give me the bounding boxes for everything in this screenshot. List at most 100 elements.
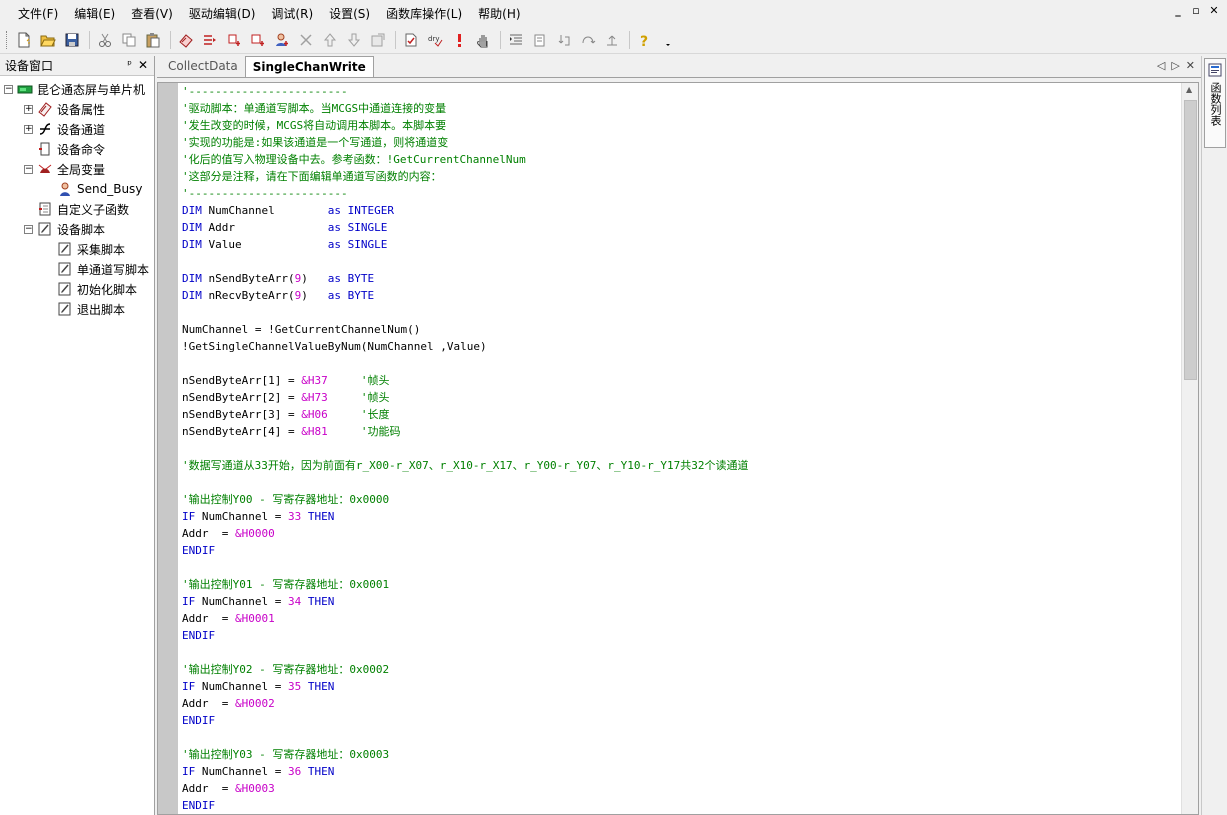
menu-item-7[interactable]: 帮助(H) xyxy=(470,3,528,25)
tree-node[interactable]: + 设备通道 xyxy=(24,119,105,139)
menu-item-0[interactable]: 文件(F) xyxy=(10,3,66,25)
minimize-button[interactable]: _ xyxy=(1171,4,1185,17)
tree-node-label: 设备脚本 xyxy=(57,222,106,237)
function-list-tab[interactable]: 函数列表 xyxy=(1204,58,1226,148)
panel-close-button[interactable]: ✕ xyxy=(138,58,148,72)
close-button[interactable]: ✕ xyxy=(1207,4,1221,17)
properties-button[interactable] xyxy=(367,29,389,51)
code-token: !GetSingleChannelValueByNum(NumChannel ,… xyxy=(182,340,487,353)
add-user-button[interactable] xyxy=(271,29,293,51)
delete-button[interactable] xyxy=(295,29,317,51)
move-up-button[interactable] xyxy=(319,29,341,51)
paste-button[interactable] xyxy=(142,29,164,51)
compile-button[interactable] xyxy=(400,29,422,51)
new-file-button[interactable] xyxy=(13,29,35,51)
tab-collectdata[interactable]: CollectData xyxy=(161,56,245,77)
tree-node[interactable]: 单通道写脚本 xyxy=(44,259,149,279)
move-down-icon xyxy=(347,33,361,47)
vertical-scrollbar[interactable]: ▲ xyxy=(1181,83,1198,814)
save-button[interactable] xyxy=(61,29,83,51)
help-icon: ? xyxy=(640,34,648,48)
add-device-button[interactable] xyxy=(175,29,197,51)
collapse-icon[interactable]: − xyxy=(4,84,13,94)
tree-node[interactable]: − 昆仑通态屏与单片机 xyxy=(4,79,145,99)
menu-item-3[interactable]: 驱动编辑(D) xyxy=(181,3,264,25)
menu-item-1[interactable]: 编辑(E) xyxy=(66,3,123,25)
code-line: '输出控制Y01 - 写寄存器地址：0x0001 xyxy=(182,576,389,593)
device-tree: − 昆仑通态屏与单片机 + 设备属性 + 设备通道 设备命令 − 全局变量 Send_Busy 自定… xyxy=(0,76,154,317)
step-over-button[interactable] xyxy=(577,29,599,51)
stop-icon xyxy=(458,34,461,47)
add-device-icon xyxy=(179,34,193,48)
tree-node[interactable]: − 全局变量 xyxy=(24,159,105,179)
menu-item-4[interactable]: 调试(R) xyxy=(263,3,321,25)
command-icon xyxy=(39,142,50,156)
expand-icon[interactable]: + xyxy=(24,104,33,114)
code-line: ENDIF xyxy=(182,797,215,814)
code-line: '化后的值写入物理设备中去。参考函数：!GetCurrentChannelNum xyxy=(182,151,526,168)
menu-item-6[interactable]: 函数库操作(L) xyxy=(378,3,470,25)
open-folder-button[interactable] xyxy=(37,29,59,51)
tab-close-icon[interactable]: ✕ xyxy=(1186,59,1195,72)
toolbar: dry? xyxy=(0,27,1227,54)
code-token: Value xyxy=(201,238,328,251)
restore-button[interactable]: ▫ xyxy=(1189,4,1203,17)
menu-item-2[interactable]: 查看(V) xyxy=(123,3,181,25)
tree-node[interactable]: 自定义子函数 xyxy=(24,199,129,219)
collapse-icon[interactable]: − xyxy=(24,224,33,234)
toolbar-grip[interactable] xyxy=(6,31,9,49)
debug-button[interactable]: dry xyxy=(424,29,446,51)
pin-icon[interactable]: ᵖ xyxy=(127,58,132,71)
svg-text:dry: dry xyxy=(428,35,439,43)
code-content[interactable]: '------------------------ '驱动脚本：单通道写脚本。当M… xyxy=(182,83,1180,814)
outdent-icon xyxy=(534,34,545,47)
cut-button[interactable] xyxy=(94,29,116,51)
code-token: '驱动脚本：单通道写脚本。当MCGS中通道连接的变量 xyxy=(182,102,447,115)
code-line: nSendByteArr[4] = &H81 '功能码 xyxy=(182,423,400,440)
tree-node[interactable]: 设备命令 xyxy=(24,139,105,159)
tree-node[interactable]: 采集脚本 xyxy=(44,239,125,259)
code-token: &H0000 xyxy=(234,527,275,540)
code-token: &H0003 xyxy=(234,782,275,795)
tab-prev-icon[interactable]: ◁ xyxy=(1157,59,1165,72)
scroll-thumb[interactable] xyxy=(1184,100,1197,380)
hand-button[interactable] xyxy=(472,29,494,51)
menu-item-5[interactable]: 设置(S) xyxy=(321,3,378,25)
toolbar-separator xyxy=(395,31,396,49)
code-token: 33 xyxy=(287,510,302,523)
code-editor[interactable]: '------------------------ '驱动脚本：单通道写脚本。当M… xyxy=(157,82,1199,815)
add-channel-button[interactable] xyxy=(199,29,221,51)
code-line: IF NumChannel = 33 THEN xyxy=(182,508,334,525)
outdent-button[interactable] xyxy=(529,29,551,51)
indent-button[interactable] xyxy=(505,29,527,51)
tree-node[interactable]: + 设备属性 xyxy=(24,99,105,119)
tree-node[interactable]: Send_Busy xyxy=(44,179,142,199)
svg-text:?: ? xyxy=(640,34,648,48)
collapse-icon[interactable]: − xyxy=(24,164,33,174)
move-down-button[interactable] xyxy=(343,29,365,51)
add-variable-button[interactable] xyxy=(247,29,269,51)
tree-node[interactable]: − 设备脚本 xyxy=(24,219,105,239)
scroll-up-icon[interactable]: ▲ xyxy=(1186,85,1192,94)
copy-button[interactable] xyxy=(118,29,140,51)
dropdown-button[interactable] xyxy=(658,29,680,51)
tab-next-icon[interactable]: ▷ xyxy=(1171,59,1179,72)
expand-icon[interactable]: + xyxy=(24,124,33,134)
stop-button[interactable] xyxy=(448,29,470,51)
add-command-icon xyxy=(228,34,240,46)
add-command-button[interactable] xyxy=(223,29,245,51)
code-line: nSendByteArr[1] = &H37 '帧头 xyxy=(182,372,389,389)
code-token: THEN xyxy=(307,680,335,693)
code-line: '输出控制Y03 - 写寄存器地址：0x0003 xyxy=(182,746,389,763)
help-button[interactable]: ? xyxy=(634,29,656,51)
tree-node[interactable]: 初始化脚本 xyxy=(44,279,137,299)
tab-singlechanwrite[interactable]: SingleChanWrite xyxy=(244,56,374,77)
code-token: ENDIF xyxy=(182,799,216,812)
step-into-button[interactable] xyxy=(553,29,575,51)
step-out-button[interactable] xyxy=(601,29,623,51)
tree-node[interactable]: 退出脚本 xyxy=(44,299,125,319)
code-token: INTEGER xyxy=(347,204,394,217)
tree-node-label: 自定义子函数 xyxy=(57,202,130,217)
